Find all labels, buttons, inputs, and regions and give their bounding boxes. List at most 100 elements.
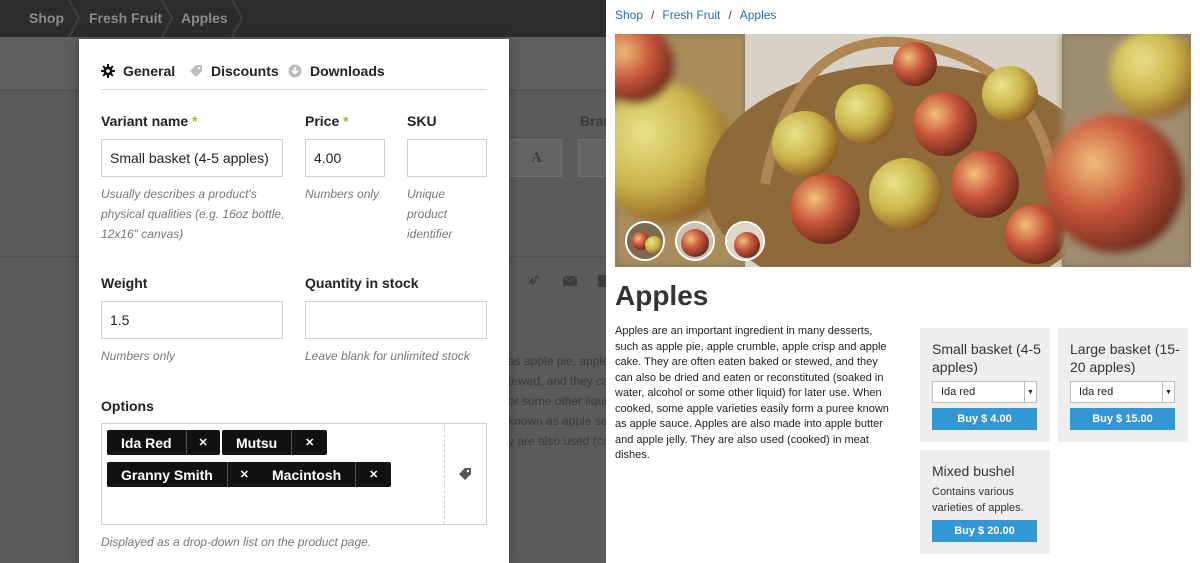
breadcrumb-separator: / xyxy=(651,8,655,22)
gear-icon xyxy=(101,64,115,78)
sku-label: SKU xyxy=(407,113,437,129)
variant-name-label-text: Variant name xyxy=(101,113,189,129)
variant-card-large-basket: Large basket (15-20 apples) Ida red ▼ Bu… xyxy=(1058,328,1188,442)
thumbnail-2[interactable] xyxy=(675,221,715,261)
mail-icon[interactable] xyxy=(563,275,577,287)
quantity-input[interactable] xyxy=(305,301,487,339)
chevron-down-icon: ▼ xyxy=(1024,382,1036,402)
buy-button[interactable]: Buy $ 4.00 xyxy=(932,408,1037,430)
admin-breadcrumb-shop[interactable]: Shop xyxy=(29,10,64,26)
option-chip-macintosh: Macintosh ✕ xyxy=(258,462,392,487)
product-image-carousel[interactable] xyxy=(615,34,1191,267)
hint-line: Usually describes a product's xyxy=(101,187,257,201)
admin-breadcrumb-fresh-fruit[interactable]: Fresh Fruit xyxy=(89,10,162,26)
required-mark: * xyxy=(192,113,198,129)
breadcrumb-separator: / xyxy=(728,8,732,22)
option-chip-label: Mutsu xyxy=(236,434,278,451)
store-breadcrumb-fresh-fruit[interactable]: Fresh Fruit xyxy=(662,8,720,22)
variant-edit-modal: General Discounts Downloads Variant name… xyxy=(79,39,509,563)
tab-divider xyxy=(101,89,487,90)
product-description: Apples are an important ingredient in ma… xyxy=(615,325,889,461)
option-chip-granny-smith: Granny Smith ✕ xyxy=(107,462,261,487)
storefront-preview: Shop / Fresh Fruit / Apples Apples Apple… xyxy=(606,0,1200,563)
sku-hint: Unique product identifier xyxy=(407,184,487,244)
price-hint: Numbers only xyxy=(305,187,380,201)
weight-label: Weight xyxy=(101,275,148,291)
tab-discounts[interactable]: Discounts xyxy=(189,62,279,80)
hint-line: identifier xyxy=(407,227,453,241)
chevron-down-icon: ▼ xyxy=(1162,382,1174,402)
price-input[interactable]: 4.00 xyxy=(305,139,385,177)
store-breadcrumb: Shop / Fresh Fruit / Apples xyxy=(615,8,776,22)
tab-general[interactable]: General xyxy=(101,62,175,80)
tab-general-label: General xyxy=(123,63,176,79)
variant-card-title: Mixed bushel xyxy=(932,463,1015,479)
variant-card-title: Small basket (4-5 apples) xyxy=(932,341,1041,375)
thumbnail-1[interactable] xyxy=(625,221,665,261)
variant-option-select[interactable]: Ida red ▼ xyxy=(1070,381,1175,403)
variant-name-input[interactable]: Small basket (4-5 apples) xyxy=(101,139,283,177)
option-chip-label: Macintosh xyxy=(272,466,342,483)
quantity-hint: Leave blank for unlimited stock xyxy=(305,349,470,363)
store-breadcrumb-shop[interactable]: Shop xyxy=(615,8,643,22)
tag-icon[interactable] xyxy=(459,468,471,480)
options-hint: Displayed as a drop-down list on the pro… xyxy=(101,535,372,549)
hint-line: product xyxy=(407,207,448,221)
required-mark: * xyxy=(343,113,349,129)
select-value: Ida red xyxy=(1079,386,1114,398)
select-value: Ida red xyxy=(941,386,976,398)
weight-input[interactable]: 1.5 xyxy=(101,301,283,339)
options-tag-input[interactable]: Ida Red ✕ Mutsu ✕ Granny Smith ✕ Macinto… xyxy=(101,423,487,525)
price-label-text: Price xyxy=(305,113,340,129)
brand-label: Bran xyxy=(580,113,606,129)
breadcrumb-chevron-icon xyxy=(230,0,244,37)
text-style-button[interactable]: A xyxy=(510,139,562,177)
options-label: Options xyxy=(101,398,154,414)
editor-line: as apple pie, apple c xyxy=(508,354,606,368)
buy-button[interactable]: Buy $ 15.00 xyxy=(1070,408,1175,430)
admin-breadcrumb-bar: Shop Fresh Fruit Apples xyxy=(0,0,606,37)
quantity-label: Quantity in stock xyxy=(305,275,419,291)
editor-line: y are also used (coo xyxy=(508,434,606,448)
breadcrumb-chevron-icon xyxy=(67,0,81,37)
store-breadcrumb-apples[interactable]: Apples xyxy=(740,8,777,22)
variant-option-select[interactable]: Ida red ▼ xyxy=(932,381,1037,403)
admin-panel: Shop Fresh Fruit Apples Bran A as apple … xyxy=(0,0,606,563)
editor-line: tewed, and they ca xyxy=(508,374,606,388)
breadcrumb-chevron-icon xyxy=(160,0,174,37)
buy-button[interactable]: Buy $ 20.00 xyxy=(932,520,1037,542)
variant-card-subtitle: Contains various varieties of apples. xyxy=(932,486,1024,514)
image-icon[interactable] xyxy=(598,275,606,287)
option-chip-label: Granny Smith xyxy=(121,466,213,483)
hint-line: 12x16" canvas) xyxy=(101,227,184,241)
hint-line: physical qualities (e.g. 16oz bottle, xyxy=(101,207,285,221)
variant-card-title: Large basket (15-20 apples) xyxy=(1070,341,1180,375)
hint-line: Unique xyxy=(407,187,446,201)
options-divider xyxy=(444,424,445,524)
option-chip-label: Ida Red xyxy=(121,434,172,451)
sku-input[interactable] xyxy=(407,139,487,177)
remove-chip-icon[interactable]: ✕ xyxy=(355,462,391,487)
tag-icon xyxy=(190,65,202,77)
variant-card-small-basket: Small basket (4-5 apples) Ida red ▼ Buy … xyxy=(920,328,1050,442)
download-icon xyxy=(288,64,302,78)
remove-chip-icon[interactable]: ✕ xyxy=(185,430,220,455)
variant-name-hint: Usually describes a product's physical q… xyxy=(101,184,291,244)
product-title: Apples xyxy=(615,280,709,311)
editor-line: or some other liquid xyxy=(508,394,606,408)
price-label: Price * xyxy=(305,113,349,129)
brand-input[interactable] xyxy=(578,139,606,177)
option-chip-ida-red: Ida Red ✕ xyxy=(107,430,220,455)
option-chip-mutsu: Mutsu ✕ xyxy=(222,430,328,455)
thumbnail-3[interactable] xyxy=(725,221,765,261)
variant-card-mixed-bushel: Mixed bushel Contains various varieties … xyxy=(920,450,1050,554)
admin-breadcrumb-apples[interactable]: Apples xyxy=(181,10,228,26)
remove-chip-icon[interactable]: ✕ xyxy=(291,430,327,455)
tab-downloads-label: Downloads xyxy=(310,63,385,79)
remove-chip-icon[interactable]: ✕ xyxy=(226,462,261,487)
tab-discounts-label: Discounts xyxy=(211,63,279,79)
weight-hint: Numbers only xyxy=(101,349,176,363)
variant-name-label: Variant name * xyxy=(101,113,198,129)
tab-downloads[interactable]: Downloads xyxy=(288,62,385,80)
link-icon[interactable] xyxy=(527,275,541,287)
